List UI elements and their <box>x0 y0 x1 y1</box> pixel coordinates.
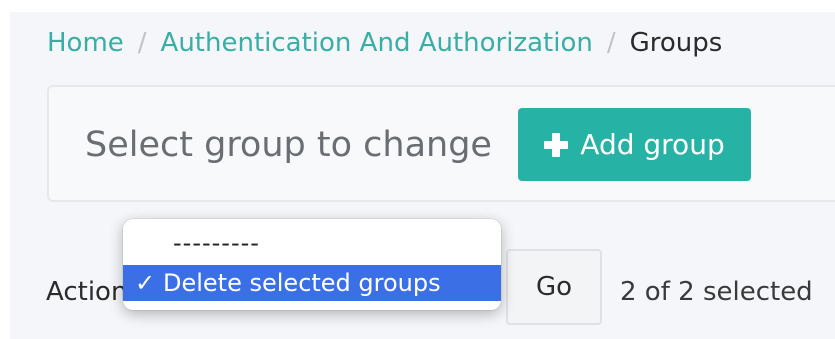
breadcrumb-separator: / <box>606 28 616 58</box>
action-option-blank[interactable]: --------- <box>123 229 501 263</box>
breadcrumb-separator: / <box>137 28 147 58</box>
plus-icon <box>544 132 569 157</box>
breadcrumb-current: Groups <box>629 28 723 58</box>
breadcrumb-home-link[interactable]: Home <box>47 28 124 58</box>
add-group-button[interactable]: Add group <box>518 108 751 181</box>
go-button[interactable]: Go <box>506 249 602 325</box>
page-title: Select group to change <box>85 125 492 165</box>
admin-page: Home / Authentication And Authorization / Gr… <box>10 12 835 339</box>
action-option-label: Delete selected groups <box>163 269 441 297</box>
selection-counter: 2 of 2 selected <box>620 277 813 307</box>
action-select-dropdown[interactable]: --------- ✓ Delete selected groups <box>123 219 501 310</box>
breadcrumb-section-link[interactable]: Authentication And Authorization <box>161 28 593 58</box>
add-group-button-label: Add group <box>580 128 725 161</box>
page-header-card: Select group to change Add group <box>47 85 835 202</box>
check-icon: ✓ <box>135 269 156 297</box>
breadcrumb: Home / Authentication And Authorization / Gr… <box>47 28 722 58</box>
action-option-delete-selected[interactable]: ✓ Delete selected groups <box>123 265 501 301</box>
